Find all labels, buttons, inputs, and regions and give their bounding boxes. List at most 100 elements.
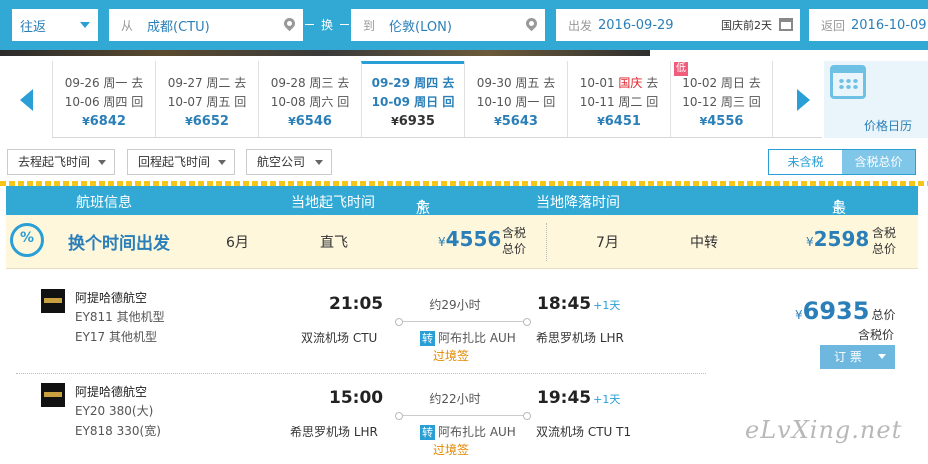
to-city-input[interactable]: 到 伦敦(LON) <box>351 9 545 41</box>
book-button[interactable]: 订 票 <box>820 345 895 369</box>
date-list: 09-26 周一 去 10-06 周四 回 ¥6842 09-27 周二 去 1… <box>52 61 773 138</box>
date-go: 10-01 国庆 去 <box>579 76 659 90</box>
caret-down-icon <box>98 160 106 165</box>
depart-airport: 希思罗机场 LHR <box>290 425 378 439</box>
airline-name: 阿提哈德航空 <box>75 385 148 399</box>
date-go: 09-26 周一 去 <box>64 76 144 90</box>
location-pin-icon[interactable] <box>523 15 540 32</box>
results-header: 航班信息 当地起飞时间 旅行总时长 ↕ 当地降落时间 最低总价 ↕ <box>6 186 918 297</box>
date-option[interactable]: 09-27 周二 去 10-07 周五 回 ¥6652 <box>155 61 258 138</box>
date-option-selected[interactable]: 09-29 周四 去 10-09 周日 回 ¥6935 <box>361 61 464 138</box>
promo-type-2: 中转 <box>690 235 718 251</box>
price-calendar-button[interactable]: 价格日历 <box>824 61 928 138</box>
flight-duration: 约29小时 <box>429 298 481 312</box>
filter-bar: 去程起飞时间 回程起飞时间 航空公司 未含税 含税总价 <box>0 149 928 177</box>
airline-logo <box>41 289 65 313</box>
date-go: 09-27 周二 去 <box>167 76 247 90</box>
promo-tax-note-2: 含税 总价 <box>872 226 897 256</box>
date-option[interactable]: 10-01 国庆 去 10-11 周二 回 ¥6451 <box>567 61 670 138</box>
sort-icon: ↕ <box>416 198 428 214</box>
currency-symbol: ¥ <box>82 115 90 128</box>
date-price: ¥4556 <box>699 114 744 129</box>
offer-tax-note: 含税价 <box>858 328 895 342</box>
caret-down-icon <box>80 22 90 28</box>
next-arrow-icon[interactable] <box>797 89 810 111</box>
promo-month-2: 7月 <box>596 235 619 251</box>
header-arrive-time[interactable]: 当地降落时间 <box>536 192 620 212</box>
tax-included-option[interactable]: 含税总价 <box>842 150 915 174</box>
arrive-time: 19:45 +1天 <box>537 388 621 408</box>
holiday-label: 国庆 <box>618 76 643 90</box>
watermark: eLvXing.net <box>745 416 903 444</box>
depart-time-filter[interactable]: 去程起飞时间 <box>7 149 115 175</box>
flight-divider <box>16 373 706 374</box>
search-bar: 往返 从 成都(CTU) 换 到 伦敦(LON) 出发 2016-09-29 国… <box>0 0 928 50</box>
flight-segment-2[interactable]: EY818 330(宽) <box>75 422 161 439</box>
date-carousel: 09-26 周一 去 10-06 周四 回 ¥6842 09-27 周二 去 1… <box>0 61 928 139</box>
from-city-input[interactable]: 从 成都(CTU) <box>109 9 303 41</box>
promo-price-1[interactable]: ¥4556 <box>438 227 501 251</box>
airline-name: 阿提哈德航空 <box>75 291 148 305</box>
to-city-value: 伦敦(LON) <box>389 19 452 35</box>
depart-airport: 双流机场 CTU <box>301 331 378 345</box>
transfer-badge: 转 <box>420 425 435 440</box>
promo-divider <box>546 223 547 261</box>
flight-segment-2[interactable]: EY17 其他机型 <box>75 328 157 345</box>
prev-arrow-icon[interactable] <box>20 89 33 111</box>
to-prefix: 到 <box>363 18 376 33</box>
depart-time: 15:00 <box>329 388 384 408</box>
promo-price-2[interactable]: ¥2598 <box>806 227 869 251</box>
date-option[interactable]: 低 10-02 周日 去 10-12 周三 回 ¥4556 <box>670 61 773 138</box>
promo-month-1: 6月 <box>226 235 249 251</box>
date-back: 10-11 周二 回 <box>579 95 659 109</box>
promo-type-1: 直飞 <box>320 235 348 251</box>
currency-symbol: ¥ <box>391 115 399 128</box>
flight-outbound: 阿提哈德航空 EY811 其他机型 EY17 其他机型 21:05 约29小时 … <box>0 283 928 373</box>
depart-time: 21:05 <box>329 294 384 314</box>
date-price: ¥6546 <box>288 114 332 129</box>
transit-visa-note[interactable]: 过境签 <box>433 347 469 364</box>
tax-excluded-option[interactable]: 未含税 <box>769 150 842 174</box>
header-flight-info: 航班信息 <box>76 195 132 211</box>
low-price-badge: 低 <box>674 62 688 76</box>
date-go: 10-02 周日 去 <box>682 76 761 90</box>
location-pin-icon[interactable] <box>281 15 298 32</box>
promo-tax-note-1: 含税 总价 <box>502 226 527 256</box>
calendar-icon[interactable] <box>779 18 793 31</box>
date-option[interactable]: 09-28 周三 去 10-08 周六 回 ¥6546 <box>258 61 361 138</box>
arrive-airport: 双流机场 CTU T1 <box>536 425 632 439</box>
header-depart-time[interactable]: 当地起飞时间 <box>291 192 375 212</box>
date-option[interactable]: 09-26 周一 去 10-06 周四 回 ¥6842 <box>52 61 155 138</box>
flight-segment-1[interactable]: EY811 其他机型 <box>75 308 165 325</box>
return-prefix: 返回 <box>821 18 846 33</box>
depart-date-input[interactable]: 出发 2016-09-29 国庆前2天 <box>556 9 800 41</box>
date-back: 10-08 周六 回 <box>270 95 350 109</box>
date-go: 09-28 周三 去 <box>270 76 350 90</box>
transfer-airport: 转阿布扎比 AUH <box>420 331 516 346</box>
flight-segment-1[interactable]: EY20 380(大) <box>75 402 153 419</box>
caret-down-icon <box>878 354 886 359</box>
transit-visa-note[interactable]: 过境签 <box>433 441 469 458</box>
tax-toggle: 未含税 含税总价 <box>768 149 916 175</box>
date-option[interactable]: 09-30 周五 去 10-10 周一 回 ¥5643 <box>464 61 567 138</box>
carousel-divider <box>52 137 822 138</box>
date-back: 10-06 周四 回 <box>64 95 144 109</box>
trip-type-select[interactable]: 往返 <box>12 9 98 41</box>
depart-prefix: 出发 <box>568 18 593 33</box>
depart-date-value: 2016-09-29 <box>598 17 674 33</box>
return-date-input[interactable]: 返回 2016-10-09 <box>809 9 928 41</box>
caret-down-icon <box>315 160 323 165</box>
airline-filter[interactable]: 航空公司 <box>246 149 332 175</box>
date-price: ¥5643 <box>494 114 538 129</box>
next-day-badge: +1天 <box>593 299 621 312</box>
route-line <box>395 412 531 420</box>
date-back: 10-07 周五 回 <box>167 95 247 109</box>
date-go: 09-30 周五 去 <box>476 76 556 90</box>
arrive-airport: 希思罗机场 LHR <box>536 331 624 345</box>
airline-logo <box>41 383 65 407</box>
swap-cities-button[interactable]: 换 <box>303 16 351 33</box>
promo-title: 换个时间出发 <box>68 234 170 254</box>
return-time-filter[interactable]: 回程起飞时间 <box>127 149 235 175</box>
caret-down-icon <box>218 160 226 165</box>
date-price: ¥6935 <box>391 114 435 129</box>
